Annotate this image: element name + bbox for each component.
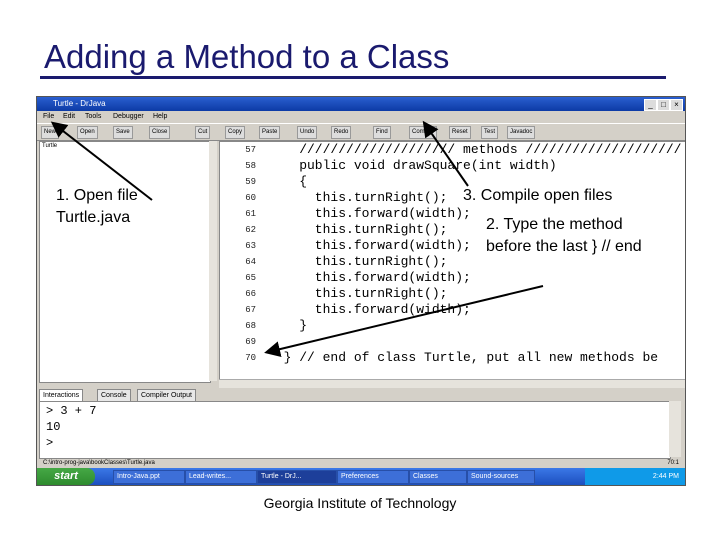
code-line: 65 this.forward(width); <box>220 270 685 286</box>
interactions-pane[interactable]: > 3 + 7 10 > <box>39 401 671 459</box>
status-bar: C:\intro-prog-java\bookClasses\Turtle.ja… <box>37 459 685 467</box>
line-number: 63 <box>245 241 256 251</box>
code-text: this.turnRight(); <box>268 254 448 269</box>
code-line: 57 //////////////////// methods ////////… <box>220 142 685 158</box>
system-tray: 2:44 PM <box>585 468 685 485</box>
window-titlebar[interactable]: Turtle - DrJava _ □ × <box>37 97 685 111</box>
line-number: 59 <box>245 177 256 187</box>
code-text: this.turnRight(); <box>268 222 448 237</box>
code-line: 67 this.forward(width); <box>220 302 685 318</box>
menu-bar: File Edit Tools Debugger Help <box>37 111 685 123</box>
line-number: 65 <box>245 273 256 283</box>
taskbar-item[interactable]: Sound-sources <box>467 470 535 484</box>
line-number: 57 <box>245 145 256 155</box>
line-number: 69 <box>245 337 256 347</box>
start-button[interactable]: start <box>37 468 95 485</box>
redo-button[interactable]: Redo <box>331 126 352 139</box>
windows-taskbar: start Intro-Java.ppt Lead-writes... Turt… <box>37 468 685 485</box>
save-button[interactable]: Save <box>113 126 133 139</box>
code-text: //////////////////// methods ///////////… <box>268 142 682 157</box>
javadoc-button[interactable]: Javadoc <box>507 126 536 139</box>
undo-button[interactable]: Undo <box>297 126 318 139</box>
minimize-button[interactable]: _ <box>644 99 657 111</box>
console-line: > 3 + 7 <box>46 404 97 418</box>
code-text: this.turnRight(); <box>268 286 448 301</box>
code-text: { <box>268 174 308 189</box>
menu-help[interactable]: Help <box>153 111 167 123</box>
test-button[interactable]: Test <box>481 126 499 139</box>
close-button[interactable]: × <box>670 99 683 111</box>
code-text: this.forward(width); <box>268 302 471 317</box>
line-number: 58 <box>245 161 256 171</box>
taskbar-item[interactable]: Classes <box>409 470 467 484</box>
code-text: this.forward(width); <box>268 270 471 285</box>
annotation-open-file: 1. Open file Turtle.java <box>56 187 138 226</box>
window-title: Turtle - DrJava <box>53 99 106 108</box>
editor-hscrollbar[interactable] <box>219 379 685 388</box>
code-line: 58 public void drawSquare(int width) <box>220 158 685 174</box>
code-text: this.forward(width); <box>268 206 471 221</box>
annotation-type-method: 2. Type the method before the last } // … <box>486 216 642 255</box>
paste-button[interactable]: Paste <box>259 126 281 139</box>
code-line: 69 <box>220 334 685 350</box>
line-number: 66 <box>245 289 256 299</box>
close-file-button[interactable]: Close <box>149 126 171 139</box>
cut-button[interactable]: Cut <box>195 126 211 139</box>
line-number: 67 <box>245 305 256 315</box>
menu-debugger[interactable]: Debugger <box>113 111 144 123</box>
console-scrollbar[interactable] <box>669 401 681 457</box>
code-text: public void drawSquare(int width) <box>268 158 557 173</box>
taskbar-item-active[interactable]: Turtle - DrJ... <box>257 470 337 484</box>
line-number: 68 <box>245 321 256 331</box>
slide-footer: Georgia Institute of Technology <box>263 495 457 511</box>
annotation-compile: 3. Compile open files <box>463 187 613 204</box>
clock: 2:44 PM <box>652 473 679 480</box>
bottom-tabs: Interactions Console Compiler Output <box>39 389 683 402</box>
line-number: 62 <box>245 225 256 235</box>
taskbar-item[interactable]: Lead-writes... <box>185 470 257 484</box>
drjava-window: Turtle - DrJava _ □ × File Edit Tools De… <box>36 96 686 486</box>
code-editor[interactable]: 57 //////////////////// methods ////////… <box>219 141 685 381</box>
new-button[interactable]: New <box>41 126 60 139</box>
console-line: > <box>46 436 54 450</box>
code-text: this.forward(width); <box>268 238 471 253</box>
slide-title: Adding a Method to a Class <box>44 38 450 75</box>
code-line: 70 } // end of class Turtle, put all new… <box>220 350 685 366</box>
compile-button[interactable]: Compile <box>409 126 438 139</box>
status-file-path: C:\intro-prog-java\bookClasses\Turtle.ja… <box>43 460 155 466</box>
code-line: 66 this.turnRight(); <box>220 286 685 302</box>
maximize-button[interactable]: □ <box>657 99 670 111</box>
code-text: this.turnRight(); <box>268 190 448 205</box>
line-number: 60 <box>245 193 256 203</box>
code-text: } // end of class Turtle, put all new me… <box>268 350 659 365</box>
code-line: 68 } <box>220 318 685 334</box>
taskbar-item[interactable]: Intro-Java.ppt <box>113 470 185 484</box>
line-number: 61 <box>245 209 256 219</box>
code-text: } <box>268 318 308 333</box>
open-files-panel[interactable]: Turtle <box>39 141 211 383</box>
line-number: 70 <box>245 353 256 363</box>
menu-edit[interactable]: Edit <box>63 111 75 123</box>
open-button[interactable]: Open <box>77 126 98 139</box>
console-line: 10 <box>46 420 61 434</box>
status-cursor-position: 70:1 <box>667 460 679 466</box>
menu-tools[interactable]: Tools <box>85 111 101 123</box>
file-item-turtle[interactable]: Turtle <box>42 143 57 149</box>
find-button[interactable]: Find <box>373 126 391 139</box>
panel-scrollbar[interactable] <box>209 141 217 381</box>
copy-button[interactable]: Copy <box>225 126 246 139</box>
reset-button[interactable]: Reset <box>449 126 471 139</box>
title-underline <box>40 76 666 79</box>
taskbar-item[interactable]: Preferences <box>337 470 409 484</box>
toolbar: New Open Save Close Cut Copy Paste Undo … <box>37 123 685 141</box>
line-number: 64 <box>245 257 256 267</box>
menu-file[interactable]: File <box>43 111 54 123</box>
